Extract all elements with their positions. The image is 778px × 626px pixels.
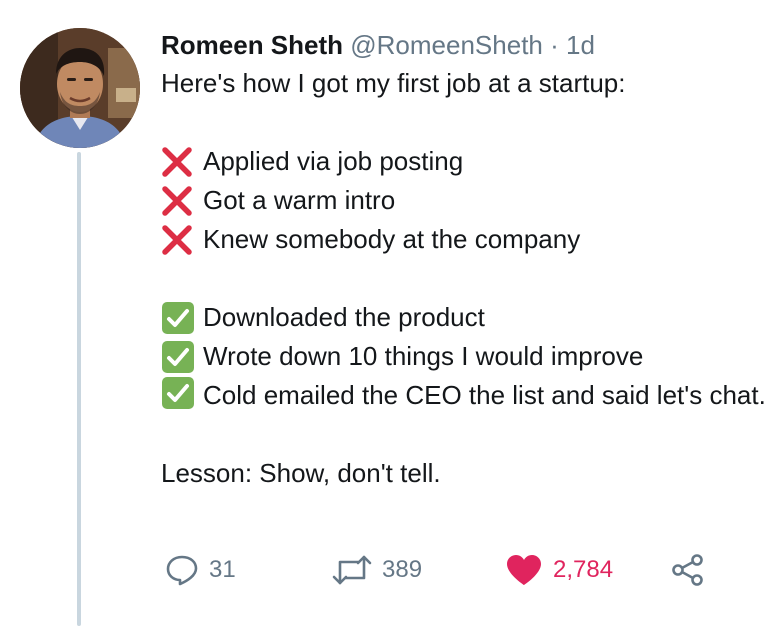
crossed-item-label: Got a warm intro — [203, 185, 396, 215]
retweet-button[interactable]: 389 — [332, 548, 422, 592]
cross-mark-icon — [161, 224, 201, 256]
reply-icon — [166, 555, 198, 586]
check-mark-icon — [161, 340, 201, 373]
share-button[interactable] — [671, 548, 705, 592]
tweet-header: Romeen Sheth @RomeenSheth · 1d — [161, 30, 595, 60]
crossed-item-label: Knew somebody at the company — [203, 224, 581, 254]
header-separator: · — [550, 30, 559, 60]
crossed-item-label: Applied via job posting — [203, 146, 464, 176]
heart-icon — [507, 555, 541, 585]
checked-item-label: Downloaded the product — [203, 302, 485, 332]
like-button[interactable]: 2,784 — [505, 548, 613, 592]
crossed-item: Applied via job posting — [161, 142, 766, 181]
author-avatar[interactable] — [20, 28, 140, 148]
tweet-text: Here's how I got my first job at a start… — [161, 64, 766, 493]
checked-item-label: Cold emailed the CEO the list and said l… — [203, 380, 766, 410]
checked-item: Cold emailed the CEO the list and said l… — [161, 376, 766, 415]
avatar-photo — [20, 28, 140, 148]
author-handle[interactable]: @RomeenSheth — [350, 30, 543, 60]
tweet-lesson: Lesson: Show, don't tell. — [161, 458, 441, 488]
crossed-item: Knew somebody at the company — [161, 220, 766, 259]
tweet-intro: Here's how I got my first job at a start… — [161, 68, 626, 98]
retweet-count: 389 — [382, 556, 423, 583]
check-mark-icon — [161, 377, 201, 409]
retweet-icon — [332, 555, 372, 585]
check-mark-icon — [161, 301, 201, 334]
crossed-item: Got a warm intro — [161, 181, 766, 220]
cross-mark-icon — [161, 146, 201, 178]
tweet-actions: 31 389 2,784 — [161, 548, 761, 592]
like-count: 2,784 — [553, 556, 614, 583]
share-icon — [672, 554, 703, 586]
checked-item: Downloaded the product — [161, 298, 766, 337]
reply-button[interactable]: 31 — [165, 548, 236, 592]
reply-count: 31 — [209, 556, 236, 583]
cross-mark-icon — [161, 185, 201, 217]
thread-line — [77, 152, 81, 626]
tweet-time[interactable]: 1d — [566, 30, 595, 60]
author-name[interactable]: Romeen Sheth — [161, 30, 343, 60]
checked-item: Wrote down 10 things I would improve — [161, 337, 766, 376]
checked-item-label: Wrote down 10 things I would improve — [203, 341, 644, 371]
